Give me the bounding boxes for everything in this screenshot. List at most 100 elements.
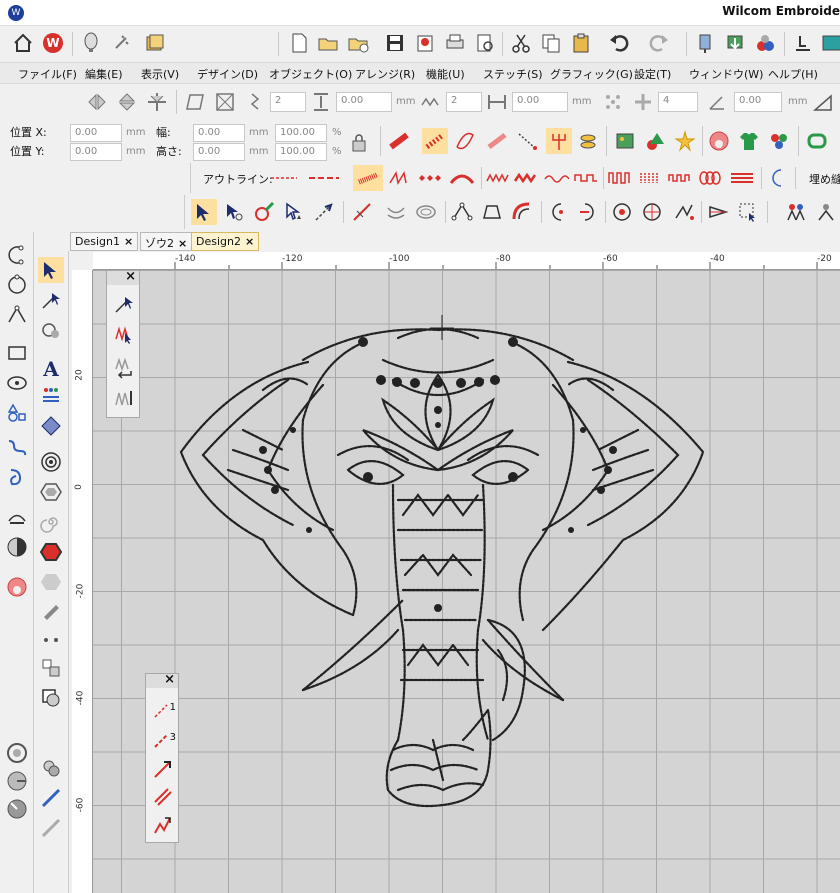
leaf-stitch-icon[interactable] — [452, 128, 478, 154]
applique-icon[interactable] — [706, 128, 732, 154]
monogram-diamond-icon[interactable] — [38, 413, 64, 439]
width-percent-input[interactable]: 100.00 — [275, 124, 327, 142]
shapes-outline-icon[interactable] — [4, 400, 30, 426]
close-icon[interactable]: × — [125, 269, 136, 284]
radial-icon[interactable] — [639, 199, 665, 225]
crescent-icon[interactable] — [765, 165, 791, 191]
digitize-closed-icon[interactable] — [4, 272, 30, 298]
spiral-icon[interactable] — [38, 509, 64, 535]
height-input[interactable]: 0.00 — [193, 143, 245, 161]
e-stitch-icon[interactable] — [511, 165, 541, 191]
spin-input-3[interactable]: 2 — [446, 92, 482, 112]
spin-input-6[interactable]: 0.00 — [734, 92, 782, 112]
float-stitch-end-icon[interactable] — [111, 385, 137, 411]
float-reshape-icon[interactable] — [111, 291, 137, 317]
mirror-vertical-icon[interactable] — [114, 89, 140, 115]
digitize-curve-icon[interactable] — [4, 242, 30, 268]
ellipse-icon[interactable] — [4, 370, 30, 396]
select-box-icon[interactable] — [735, 199, 761, 225]
stitch-angle-icon[interactable] — [242, 89, 268, 115]
design-library-icon[interactable] — [142, 30, 168, 56]
menu-settings[interactable]: 設定(T) — [634, 66, 671, 82]
cut-icon[interactable] — [508, 30, 534, 56]
download-icon[interactable] — [722, 30, 748, 56]
send-machine-icon[interactable] — [692, 30, 718, 56]
freehand-icon[interactable] — [4, 434, 30, 460]
triangle-arrow-icon[interactable] — [705, 199, 731, 225]
travel-double-icon[interactable] — [150, 784, 176, 810]
wilcom-logo-icon[interactable]: W — [40, 30, 66, 56]
travel-arrow-icon[interactable] — [150, 756, 176, 782]
reshape-icon[interactable] — [221, 199, 247, 225]
satin-stitch-icon[interactable] — [386, 128, 412, 154]
blanket-stitch-icon[interactable] — [385, 165, 413, 191]
hoop-icon[interactable] — [790, 30, 816, 56]
menu-file[interactable]: ファイル(F) — [18, 66, 77, 82]
team-names-icon[interactable] — [38, 383, 64, 409]
monogram-icon[interactable] — [4, 504, 30, 530]
menu-view[interactable]: 表示(V) — [141, 66, 179, 82]
new-file-icon[interactable] — [286, 30, 312, 56]
circle-tool-3-icon[interactable] — [4, 796, 30, 822]
position-y-input[interactable]: 0.00 — [70, 143, 122, 161]
castle-stitch-icon[interactable] — [665, 165, 695, 191]
menu-edit[interactable]: 編集(E) — [85, 66, 123, 82]
angle-icon[interactable] — [704, 89, 730, 115]
travel-3-icon[interactable]: 3 — [150, 726, 176, 752]
outline-shape-icon[interactable] — [804, 128, 830, 154]
fish-icon[interactable] — [576, 128, 602, 154]
colorway-icon[interactable] — [766, 128, 792, 154]
travel-zigzag-icon[interactable] — [150, 812, 176, 838]
copy-icon[interactable] — [538, 30, 564, 56]
point-tool-icon[interactable] — [38, 627, 64, 653]
export-icon[interactable] — [412, 30, 438, 56]
target-icon[interactable] — [38, 449, 64, 475]
zigzag-outline-icon[interactable] — [483, 165, 513, 191]
rectangle-icon[interactable] — [4, 340, 30, 366]
multi-line-icon[interactable] — [727, 165, 757, 191]
stitch-edit-icon[interactable] — [349, 199, 375, 225]
satin-outline-icon[interactable] — [353, 165, 383, 191]
tab-close-icon[interactable]: × — [124, 235, 133, 248]
design-canvas[interactable] — [93, 270, 840, 893]
menu-window[interactable]: ウィンドウ(W) — [689, 66, 763, 82]
square-wave-icon[interactable] — [571, 165, 601, 191]
sparkle-icon[interactable] — [108, 30, 134, 56]
triple-run-icon[interactable] — [305, 165, 343, 191]
select-arrow-icon[interactable] — [191, 199, 217, 225]
slant-icon[interactable] — [810, 89, 836, 115]
run-stitch-icon[interactable] — [267, 165, 301, 191]
lens-icon[interactable] — [413, 199, 439, 225]
star-flower-icon[interactable] — [672, 128, 698, 154]
needle-grey-icon[interactable] — [38, 815, 64, 841]
scatter-icon[interactable] — [600, 89, 626, 115]
start-point-icon[interactable] — [545, 199, 571, 225]
circle-split-icon[interactable] — [4, 534, 30, 560]
jaw-icon[interactable] — [383, 199, 409, 225]
point-select-icon[interactable] — [281, 199, 307, 225]
hexagon-outline-icon[interactable] — [38, 479, 64, 505]
balloon-icon[interactable] — [78, 30, 104, 56]
rotate-icon[interactable] — [144, 89, 170, 115]
tab-close-icon[interactable]: × — [245, 235, 254, 248]
shapes-icon[interactable] — [642, 128, 668, 154]
center-point-icon[interactable] — [609, 199, 635, 225]
menu-stitch[interactable]: ステッチ(S) — [483, 66, 543, 82]
save-icon[interactable] — [382, 30, 408, 56]
float-stitch-return-icon[interactable] — [111, 355, 137, 381]
polygon-nodes-icon[interactable] — [479, 199, 505, 225]
spin-input-5[interactable]: 4 — [658, 92, 698, 112]
menu-design[interactable]: デザイン(D) — [197, 66, 258, 82]
wave-stitch-icon[interactable] — [541, 165, 571, 191]
redo-icon[interactable] — [646, 30, 672, 56]
lettering-icon[interactable]: A — [38, 355, 64, 381]
circle-tool-2-icon[interactable] — [4, 768, 30, 794]
tshirt-icon[interactable] — [736, 128, 762, 154]
stitch-direction-icon[interactable] — [514, 128, 540, 154]
needle-blue-icon[interactable] — [38, 785, 64, 811]
zigzag-icon[interactable] — [418, 89, 444, 115]
height-percent-input[interactable]: 100.00 — [275, 143, 327, 161]
spin-input-2[interactable]: 0.00 — [336, 92, 392, 112]
tab-design2[interactable]: Design2 × — [191, 232, 260, 251]
hexagon-grey-icon[interactable] — [38, 569, 64, 595]
